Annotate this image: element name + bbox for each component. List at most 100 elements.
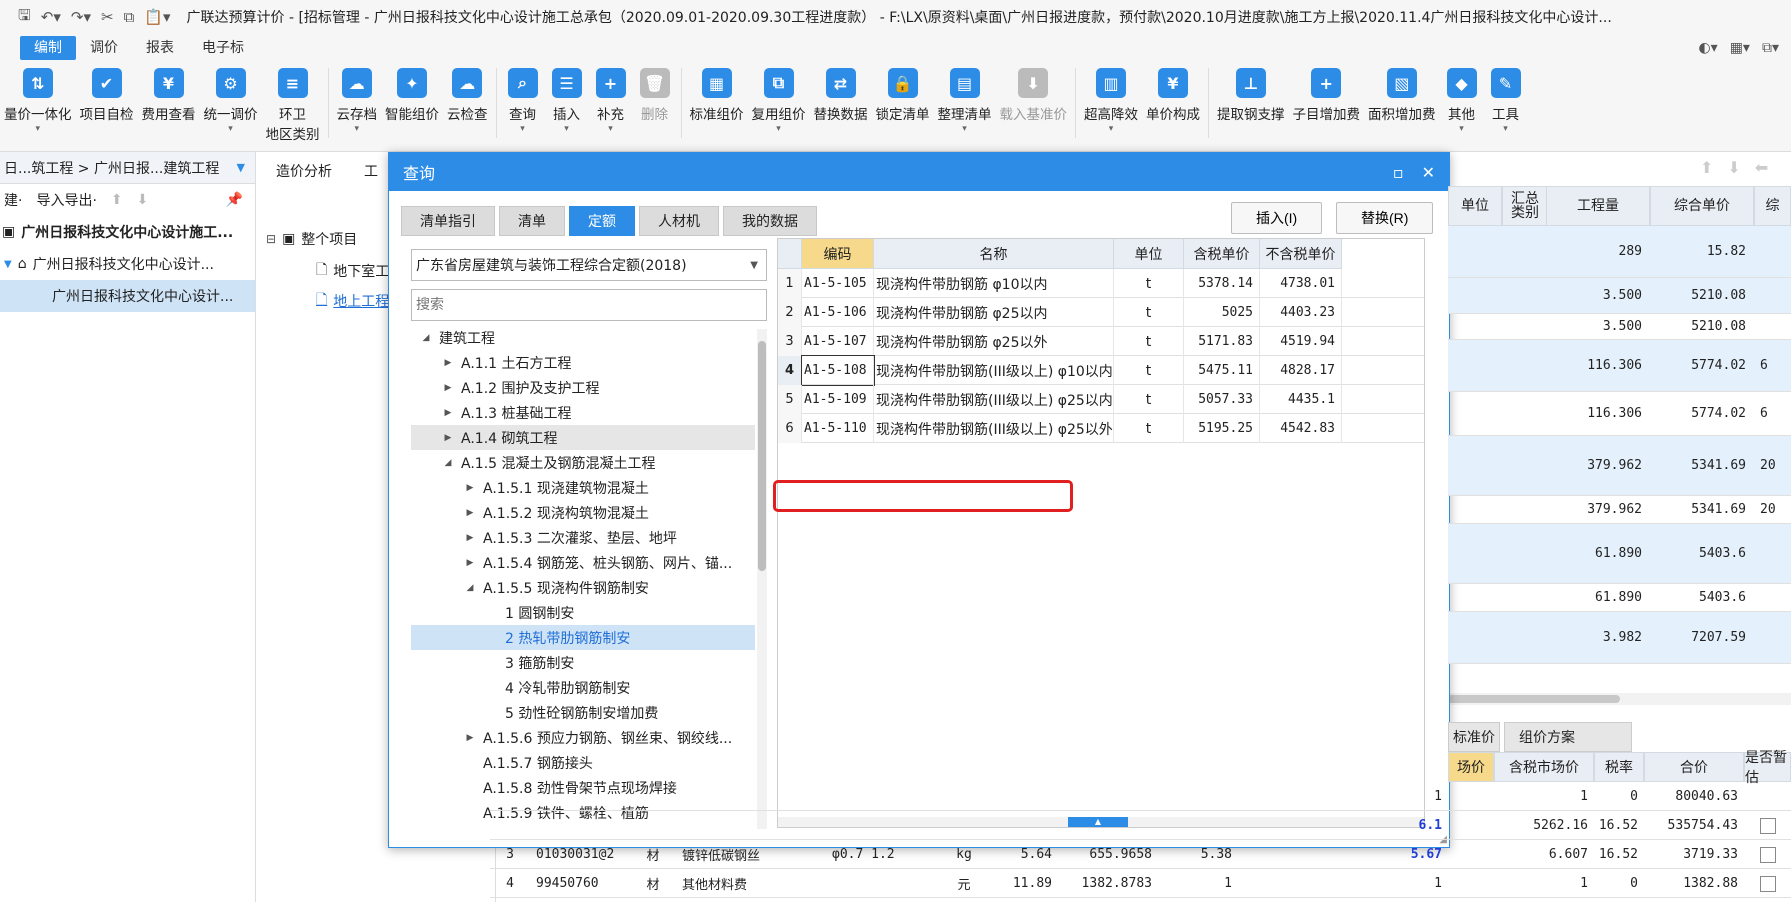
tree-node[interactable]: 3 箍筋制安 — [411, 650, 755, 675]
ribbon-button-6[interactable]: ✦ 智能组价 — [381, 68, 443, 123]
menu-item-0[interactable]: 编制 — [20, 36, 76, 60]
grid-row[interactable]: 3.500 5210.08 — [1448, 278, 1791, 314]
ribbon-button-8[interactable]: ⌕ 查询 ▾ — [501, 68, 545, 135]
column-header-3[interactable]: 含税单价 — [1184, 239, 1260, 269]
collapse-icon[interactable]: ◢ — [419, 333, 433, 343]
tree-node-selected[interactable]: 广州日报科技文化中心设计... — [0, 280, 255, 312]
bottom-header-1[interactable]: 含税市场价 — [1494, 752, 1594, 782]
arrow-down-icon[interactable]: ⬇ — [1727, 158, 1740, 177]
ribbon-button-9[interactable]: ☰ 插入 ▾ — [545, 68, 589, 135]
quota-row[interactable]: 5 A1-5-109 现浇构件带肋钢筋(III级以上) φ25以内 t 5057.33 4… — [778, 385, 1424, 414]
quota-row[interactable]: 6 A1-5-110 现浇构件带肋钢筋(III级以上) φ25以外 t 5195.25 4… — [778, 414, 1424, 443]
collapse-icon[interactable]: ◢ — [463, 583, 477, 593]
insert-button[interactable]: 插入(I) — [1231, 202, 1323, 234]
grid-hscrollbar[interactable] — [1448, 693, 1791, 705]
quota-row[interactable]: 3 A1-5-107 现浇构件带肋钢筋 φ25以外 t 5171.83 4519.94 — [778, 327, 1424, 356]
search-input[interactable] — [411, 289, 767, 321]
grid-row[interactable]: 379.962 5341.69 20 — [1448, 436, 1791, 496]
ribbon-button-14[interactable]: ⇄ 替换数据 — [810, 68, 872, 123]
grid-header-3[interactable]: 综合单价 — [1650, 186, 1754, 226]
expand-icon[interactable]: ▶ — [463, 733, 477, 743]
tree-node[interactable]: ▶ A.1.5.4 钢筋笼、桩头钢筋、网片、锚... — [411, 550, 755, 575]
expand-icon[interactable]: ▶ — [463, 483, 477, 493]
undo-icon[interactable]: ↶▾ — [41, 8, 61, 26]
bottom-row[interactable]: 6.1 5262.16 16.52 535754.43 — [490, 811, 1791, 840]
dropdown-arrow-icon[interactable]: ▾ — [608, 123, 613, 135]
tree-node[interactable]: ▶ A.1.5.6 预应力钢筋、钢丝束、钢绞线... — [411, 725, 755, 750]
ribbon-button-21[interactable]: + 子目增加费 — [1289, 68, 1365, 123]
cut-icon[interactable]: ✂ — [101, 8, 114, 26]
expand-icon[interactable]: ▶ — [463, 558, 477, 568]
ribbon-button-2[interactable]: ¥ 费用查看 — [138, 68, 200, 123]
collapse-icon[interactable]: ⊟ — [266, 232, 276, 246]
tree-node[interactable]: ▶ A.1.5.2 现浇构筑物混凝土 — [411, 500, 755, 525]
copy-icon[interactable]: ⧉ — [124, 8, 135, 26]
bottom-header-4[interactable]: 是否暂估 — [1744, 750, 1791, 786]
grid-header-2[interactable]: 工程量 — [1546, 186, 1650, 226]
tree-node-above-ground[interactable]: 🗋 地上工程 — [316, 286, 389, 316]
tree-node[interactable]: ◢ A.1.5.5 现浇构件钢筋制安 — [411, 575, 755, 600]
estimate-checkbox[interactable] — [1744, 869, 1791, 898]
collapse-icon[interactable]: ◢ — [441, 458, 455, 468]
expand-icon[interactable]: ▶ — [441, 383, 455, 393]
dropdown-arrow-icon[interactable]: ▾ — [520, 123, 525, 135]
tree-node[interactable]: ▶ A.1.1 土石方工程 — [411, 350, 755, 375]
expand-icon[interactable]: ▶ — [441, 358, 455, 368]
paste-icon[interactable]: 📋▾ — [144, 8, 170, 26]
tree-node-whole-project[interactable]: ⊟ ▣ 整个项目 — [266, 224, 357, 254]
tree-node[interactable]: ▶ A.1.4 砌筑工程 — [411, 425, 755, 450]
grid-row[interactable]: 116.306 5774.02 6 — [1448, 340, 1791, 392]
close-icon[interactable]: ✕ — [1422, 163, 1435, 182]
bottom-tab-0[interactable]: 标准价 — [1448, 722, 1500, 752]
ribbon-button-5[interactable]: ☁ 云存档 ▾ — [333, 68, 382, 135]
tree-scrollbar[interactable] — [757, 329, 767, 829]
tree-node[interactable]: 1 圆钢制安 — [411, 600, 755, 625]
layout-icon[interactable]: ▦▾ — [1730, 40, 1750, 56]
tree-node[interactable]: 2 热轧带肋钢筋制安 — [411, 625, 755, 650]
bottom-row[interactable]: 4 99450760 材 其他材料费 元 11.89 1382.8783 1 1 1 0 1382.8… — [490, 869, 1791, 898]
move-down-icon[interactable]: ⬇ — [137, 192, 149, 208]
column-header-0[interactable]: 编码 — [802, 239, 874, 269]
dropdown-arrow-icon[interactable]: ▾ — [1459, 123, 1464, 135]
tree-node[interactable]: ◢ A.1.5 混凝土及钢筋混凝土工程 — [411, 450, 755, 475]
ribbon-button-12[interactable]: ▦ 标准组价 — [686, 68, 748, 123]
new-menu[interactable]: 建· — [4, 190, 22, 210]
bottom-header-3[interactable]: 合价 — [1644, 752, 1744, 782]
tab-partial[interactable]: 工 — [356, 158, 386, 186]
expand-icon[interactable]: ▶ — [463, 508, 477, 518]
ribbon-button-4[interactable]: ≡ 环卫 地区类别 — [262, 68, 324, 143]
expand-icon[interactable]: ▼ — [4, 259, 12, 270]
tree-node-unit[interactable]: ▼ ⌂ 广州日报科技文化中心设计... — [0, 248, 255, 280]
bottom-row[interactable]: 3 01030031@2 材 镀锌低碳钢丝 φ0.7 1.2 kg 5.64 655.9658… — [490, 840, 1791, 869]
menu-item-1[interactable]: 调价 — [76, 36, 132, 60]
tree-node[interactable]: ▶ A.1.2 围护及支护工程 — [411, 375, 755, 400]
dropdown-arrow-icon[interactable]: ▾ — [962, 123, 967, 135]
breadcrumb[interactable]: 日...筑工程 > 广州日报...建筑工程 ▼ — [0, 152, 255, 184]
estimate-checkbox[interactable] — [1744, 811, 1791, 840]
bottom-tab-1[interactable]: 组价方案 — [1504, 722, 1632, 752]
replace-button[interactable]: 替换(R) — [1336, 202, 1434, 234]
expand-icon[interactable]: ▶ — [463, 533, 477, 543]
bottom-row[interactable]: 1 1 0 80040.63 — [490, 782, 1791, 811]
ribbon-button-22[interactable]: ▧ 面积增加费 — [1364, 68, 1440, 123]
grid-header-1[interactable]: 汇总 类别 — [1502, 186, 1548, 226]
dropdown-arrow-icon[interactable]: ▾ — [1109, 123, 1114, 135]
estimate-checkbox[interactable] — [1744, 782, 1791, 811]
ribbon-button-20[interactable]: ⊥ 提取钢支撑 — [1213, 68, 1289, 123]
quota-row[interactable]: 2 A1-5-106 现浇构件带肋钢筋 φ25以内 t 5025 4403.23 — [778, 298, 1424, 327]
grid-row[interactable]: 116.306 5774.02 6 — [1448, 392, 1791, 436]
column-header-1[interactable]: 名称 — [874, 239, 1114, 269]
import-export-menu[interactable]: 导入导出· — [36, 190, 96, 210]
bottom-header-2[interactable]: 税率 — [1594, 752, 1644, 782]
bottom-header-0[interactable]: 场价 — [1448, 752, 1494, 782]
tree-node[interactable]: 5 劲性砼钢筋制安增加费 — [411, 700, 755, 725]
column-header-4[interactable]: 不含税单价 — [1260, 239, 1342, 269]
expand-icon[interactable]: ▶ — [441, 408, 455, 418]
ribbon-button-18[interactable]: ▥ 超高降效 ▾ — [1080, 68, 1142, 135]
quota-library-select[interactable]: 广东省房屋建筑与装饰工程综合定额(2018) ▼ — [411, 249, 767, 281]
ribbon-button-16[interactable]: ▤ 整理清单 ▾ — [934, 68, 996, 135]
dialog-tab-2[interactable]: 定额 — [569, 206, 635, 236]
ribbon-button-13[interactable]: ⧉ 复用组价 ▾ — [748, 68, 810, 135]
ribbon-button-23[interactable]: ◆ 其他 ▾ — [1440, 68, 1484, 135]
tree-node[interactable]: ▶ A.1.5.1 现浇建筑物混凝土 — [411, 475, 755, 500]
